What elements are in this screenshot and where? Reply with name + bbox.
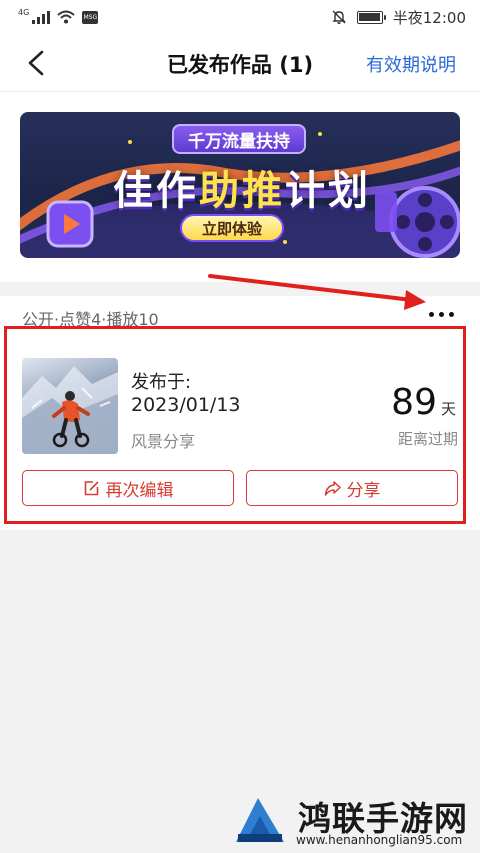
edit-again-button[interactable]: 再次编辑 — [22, 470, 234, 506]
share-icon — [324, 480, 341, 496]
banner-pill: 千万流量扶持 — [172, 124, 306, 154]
banner-cta-button[interactable]: 立即体验 — [180, 214, 285, 242]
status-left: 4G MSG — [18, 7, 99, 24]
expire-label: 距离过期 — [397, 430, 458, 448]
mute-bell-icon — [332, 10, 346, 24]
more-dots-icon[interactable] — [429, 312, 454, 317]
battery-icon — [356, 10, 386, 24]
banner-headline: 佳作助推计划 — [82, 158, 402, 216]
published-label: 发布于: — [131, 372, 192, 393]
headline-part2: 计划 — [285, 168, 371, 214]
watermark-url: www.henanhonglian95.com — [296, 833, 463, 847]
edit-button-label: 再次编辑 — [105, 480, 174, 501]
work-thumbnail[interactable] — [22, 358, 118, 454]
wifi-icon — [57, 10, 75, 24]
signal-icon — [32, 10, 51, 24]
nav-bar: 已发布作品 (1) 有效期说明 — [0, 34, 480, 92]
banner-section: 千万流量扶持 佳作助推计划 立即体验 — [0, 92, 480, 282]
watermark-logo-icon — [236, 798, 284, 842]
watermark: 鸿联手游网 www.henanhonglian95.com — [232, 790, 480, 853]
share-button-label: 分享 — [346, 480, 381, 501]
status-right: 半夜12:00 — [331, 7, 466, 28]
clock: 半夜12:00 — [392, 8, 466, 27]
network-type-label: 4G — [18, 7, 30, 17]
days-number: 89 — [391, 382, 437, 423]
work-category: 风景分享 — [131, 432, 196, 451]
headline-part1: 佳作 — [113, 168, 199, 214]
share-button[interactable]: 分享 — [246, 470, 458, 506]
validity-info-link[interactable]: 有效期说明 — [366, 51, 456, 77]
skier-image — [22, 366, 118, 454]
days-remaining: 89 天 — [391, 382, 456, 423]
work-card: 公开·点赞4·播放10 发布于: 2023/01/13 风景分享 89 天 距离… — [0, 296, 480, 530]
status-bar: 4G MSG 半夜12:00 — [0, 0, 480, 34]
promo-banner[interactable]: 千万流量扶持 佳作助推计划 立即体验 — [20, 112, 460, 258]
days-unit: 天 — [440, 400, 456, 418]
headline-highlight: 助推 — [199, 168, 285, 214]
published-date: 2023/01/13 — [131, 394, 241, 416]
edit-icon — [84, 480, 99, 495]
message-icon: MSG — [82, 10, 99, 24]
